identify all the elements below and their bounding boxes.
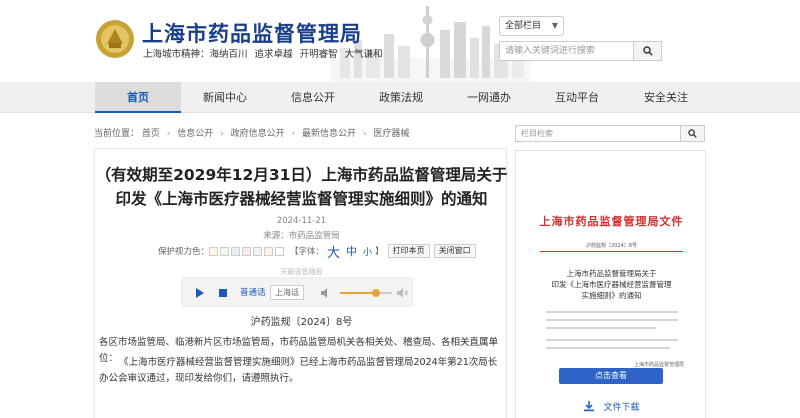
search-icon [642,46,653,56]
font-size-small[interactable]: 小 [363,245,372,258]
voice-shanghainese[interactable]: 上海话 [270,285,304,300]
document-header: 上海市药品监督管理局文件 [539,215,684,228]
breadcrumb-separator: › [291,129,296,139]
mute-icon[interactable] [396,287,408,299]
eye-color-swatch[interactable] [242,246,252,256]
nav-online-service[interactable]: 一网通办 [445,82,533,113]
breadcrumb-separator: › [220,129,224,139]
article-card: （有效期至2029年12月31日）上海市药品监督管理局关于 印发《上海市医疗器械… [94,148,507,418]
nav-policy[interactable]: 政策法规 [357,82,445,113]
main-nav: 首页 新闻中心 信息公开 政策法规 一网通办 互动平台 安全关注 [0,82,800,113]
article-title-line: 印发《上海市医疗器械经营监督管理实施细则》的通知 [115,190,488,208]
article-title-line: （有效期至2029年12月31日）上海市药品监督管理局关于 [95,166,508,184]
source-label: 来源： [263,231,289,241]
slogan-part: 上海城市精神：海纳百川 [143,49,248,60]
slogan-part: 追求卓越 [254,49,293,60]
document-text-line [546,319,678,321]
document-preview-title: 上海市药品监督管理局关于 印发《上海市医疗器械经营监督管理 实施细则》的通知 [516,268,707,301]
document-text-line [546,311,678,313]
document-preview-title-line: 实施细则》的通知 [581,291,642,300]
font-size-label: 【字体： [290,247,325,257]
close-window-button[interactable]: 关闭窗口 [433,244,476,258]
document-preview-sign: 上海市药品监督管理局 [634,362,685,368]
print-button[interactable]: 打印本页 [387,244,430,258]
nav-home[interactable]: 首页 [95,82,181,113]
eye-color-swatch[interactable] [264,246,274,256]
column-search-input[interactable]: 栏目检索 [515,125,681,142]
document-preview-title-line: 印发《上海市医疗器械经营监督管理 [551,280,672,289]
volume-slider[interactable] [340,289,392,297]
audio-player-label: 天籁语音播报 [280,268,323,276]
document-text-line [546,347,670,349]
eye-color-swatch[interactable] [220,246,230,256]
pause-icon[interactable] [217,287,229,299]
breadcrumb-item[interactable]: 最新信息公开 [302,129,356,139]
font-size-big[interactable]: 大 [327,242,340,261]
nav-interaction[interactable]: 互动平台 [533,82,621,113]
chevron-down-icon: ▼ [551,21,558,30]
site-header: 上海市药品监督管理局 上海城市精神：海纳百川 追求卓越 开明睿智 大气谦和 全部… [0,0,800,82]
article-source: 来源：市药品监管局 [95,229,508,241]
eye-care-label: 保护视力色： [158,247,210,257]
slogan-part: 开明睿智 [299,49,338,60]
search-input[interactable]: 请输入关键词进行搜索 [499,41,634,61]
eye-color-swatch[interactable] [209,246,219,256]
audio-player: 普通话 上海话 [181,277,413,307]
nav-safety[interactable]: 安全关注 [621,82,711,113]
file-download-link[interactable]: 文件下载 [516,395,707,417]
volume-fill [340,292,377,294]
article-paragraph: 《上海市医疗器械经营监督管理实施细则》已经上海市药品监督管理局2024年第21次… [99,357,498,384]
eye-color-swatch[interactable] [231,246,241,256]
font-size-medium[interactable]: 中 [346,243,357,259]
breadcrumb-item[interactable]: 医疗器械 [373,129,409,139]
document-preview-number: 沪药监规〔2024〕8号 [586,243,637,249]
play-icon[interactable] [192,286,206,300]
article-title: （有效期至2029年12月31日）上海市药品监督管理局关于 印发《上海市医疗器械… [95,163,508,211]
font-size-close: 】 [375,247,384,257]
document-text-line [546,327,656,329]
breadcrumb-item[interactable]: 首页 [142,129,160,139]
breadcrumb-item[interactable]: 信息公开 [177,129,213,139]
nav-info-disclosure[interactable]: 信息公开 [269,82,357,113]
breadcrumb-separator: › [166,129,171,139]
document-preview-title-line: 上海市药品监督管理局关于 [566,269,657,278]
slogan-part: 大气谦和 [344,49,383,60]
article-tools: 保护视力色： 【字体： 大 中 小 】 打印本页 关闭窗口 [158,242,476,261]
search-icon [688,129,697,138]
eye-color-swatch[interactable] [253,246,263,256]
eye-color-swatch[interactable] [275,246,285,256]
view-document-button[interactable]: 点击查看 [559,368,663,384]
search-scope-select[interactable]: 全部栏目 ▼ [499,16,564,36]
speaker-icon [321,288,327,298]
document-number: 沪药监规〔2024〕8号 [250,317,353,328]
document-text-line [546,339,678,341]
nav-news[interactable]: 新闻中心 [181,82,269,113]
breadcrumb-item[interactable]: 政府信息公开 [231,129,285,139]
breadcrumb: 当前位置： 首页 › 信息公开 › 政府信息公开 › 最新信息公开 › 医疗器械 [94,126,409,139]
breadcrumb-prefix: 当前位置： [94,129,140,139]
column-search-button[interactable] [681,125,705,142]
article-date: 2024-11-21 [276,216,327,226]
site-title[interactable]: 上海市药品监督管理局 [142,18,362,48]
document-preview-card: 上海市药品监督管理局文件 沪药监规〔2024〕8号 上海市药品监督管理局关于 印… [515,150,706,418]
file-download-label: 文件下载 [603,402,640,413]
search-button[interactable] [634,41,662,61]
search-scope-value: 全部栏目 [505,21,542,31]
source-value: 市药品监管局 [288,231,340,241]
voice-mandarin[interactable]: 普通话 [240,286,266,298]
volume-knob[interactable] [372,289,381,297]
document-red-line [540,251,683,252]
site-slogan: 上海城市精神：海纳百川 追求卓越 开明睿智 大气谦和 [143,46,387,60]
emblem-logo[interactable] [95,19,135,59]
breadcrumb-separator: › [362,129,367,139]
download-icon [584,401,595,412]
